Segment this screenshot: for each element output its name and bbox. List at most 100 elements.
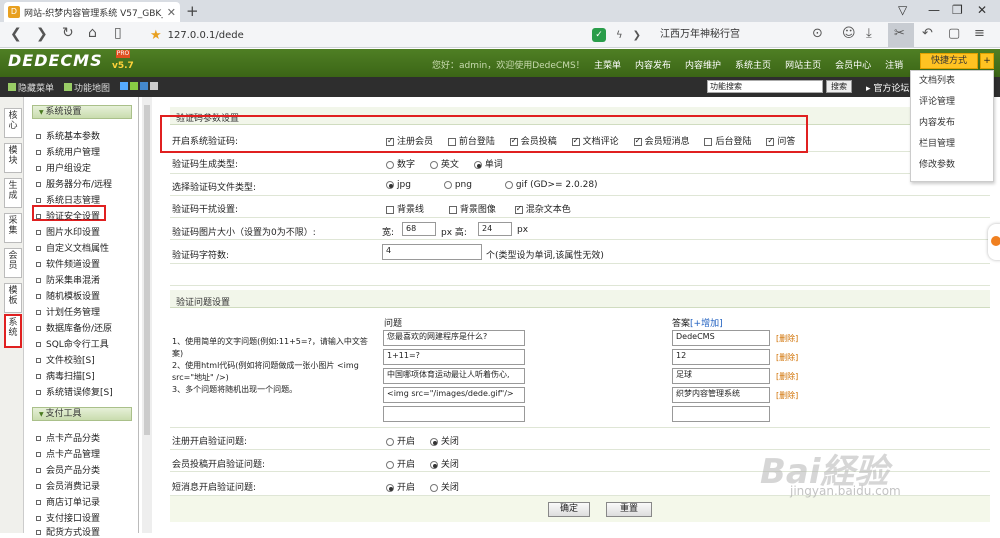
sidebar-item[interactable]: 图片水印设置 xyxy=(36,225,100,238)
radio-option[interactable]: 英文 xyxy=(429,160,459,170)
checkbox-option[interactable]: 混杂文本色 xyxy=(514,204,571,215)
menu-icon[interactable]: ≡ xyxy=(974,26,985,41)
sidebar-item[interactable]: 系统基本参数 xyxy=(36,129,100,142)
floating-assistant[interactable] xyxy=(988,224,1000,260)
download-icon[interactable]: ⤓ xyxy=(866,26,872,41)
checkbox[interactable] xyxy=(704,137,713,146)
radio-option[interactable]: 开启 xyxy=(386,437,415,447)
checkbox[interactable] xyxy=(514,204,523,214)
answer-input[interactable]: 足球 xyxy=(672,368,770,384)
answer-input[interactable]: 12 xyxy=(672,349,770,365)
submit-button[interactable]: 确定 xyxy=(548,502,590,517)
dropdown-item[interactable]: 内容发布 xyxy=(911,113,993,134)
checkbox-option[interactable]: 会员短消息 xyxy=(633,136,690,147)
scissors-icon[interactable]: ✂ xyxy=(894,26,905,41)
reader-icon[interactable]: ▯ xyxy=(114,25,122,41)
checkbox[interactable] xyxy=(509,136,518,146)
hide-menu-link[interactable]: 隐藏菜单 xyxy=(8,81,54,94)
dropdown-item[interactable]: 文档列表 xyxy=(911,71,993,92)
radio-option[interactable]: png xyxy=(443,180,472,190)
radio-option[interactable]: 关闭 xyxy=(429,483,459,493)
question-input[interactable]: 1+11=? xyxy=(383,349,525,365)
sidebar-item[interactable]: 用户组设定 xyxy=(36,161,91,174)
checkbox[interactable] xyxy=(386,205,394,214)
browser-tab[interactable]: D 网站-织梦内容管理系统 V57_GBK_S ✕ xyxy=(4,2,180,22)
checkbox[interactable] xyxy=(633,136,642,146)
top-menu-item[interactable]: 网站主页 xyxy=(785,58,821,71)
function-search-input[interactable]: 功能搜索 xyxy=(707,80,823,93)
strip-tab-collect[interactable]: 采集 xyxy=(4,213,22,243)
sidebar-item[interactable]: 商店订单记录 xyxy=(36,495,100,508)
delete-question-link[interactable]: [删除] xyxy=(776,390,798,401)
radio[interactable] xyxy=(429,160,438,169)
minimize-icon[interactable]: — xyxy=(928,3,940,17)
top-menu-item[interactable]: 会员中心 xyxy=(835,58,871,71)
radio[interactable] xyxy=(429,437,438,446)
reload-icon[interactable]: ↻ xyxy=(62,25,74,41)
char-count-input[interactable]: 4 xyxy=(382,244,482,260)
function-search-button[interactable]: 搜索 xyxy=(826,80,852,93)
answer-input[interactable] xyxy=(672,406,770,422)
sidebar-scroll-thumb[interactable] xyxy=(144,105,150,435)
dropdown-item[interactable]: 栏目管理 xyxy=(911,134,993,155)
sidebar-item[interactable]: 会员消费记录 xyxy=(36,479,100,492)
sidebar-item[interactable]: 配货方式设置 xyxy=(36,525,100,538)
checkbox-option[interactable]: 后台登陆 xyxy=(704,137,751,147)
radio[interactable] xyxy=(386,483,394,492)
maximize-icon[interactable]: ❐ xyxy=(952,3,963,17)
radio[interactable] xyxy=(429,460,438,469)
checkbox-option[interactable]: 会员投稿 xyxy=(509,136,557,147)
forum-link[interactable]: ▸ 官方论坛 xyxy=(866,81,909,94)
clipboard-icon[interactable]: ▢ xyxy=(948,26,960,41)
question-input[interactable]: <img src="/images/dede.gif"/> xyxy=(383,387,525,403)
url-field[interactable]: ★ 127.0.0.1/dede xyxy=(150,26,630,44)
checkbox[interactable] xyxy=(447,137,456,146)
reset-button[interactable]: 重置 xyxy=(606,502,652,517)
radio-option[interactable]: gif (GD>= 2.0.28) xyxy=(504,180,598,190)
radio[interactable] xyxy=(473,160,482,169)
theme-swatches[interactable] xyxy=(120,82,160,93)
close-window-icon[interactable]: ✕ xyxy=(977,3,987,17)
sidebar-section-system[interactable]: 系统设置 xyxy=(32,105,132,119)
sidebar-item-captcha-security[interactable]: 验证安全设置 xyxy=(36,209,100,222)
delete-question-link[interactable]: [删除] xyxy=(776,371,798,382)
checkbox-option[interactable]: 问答 xyxy=(766,136,795,147)
add-question-link[interactable]: [+增加] xyxy=(690,319,723,329)
strip-tab-generate[interactable]: 生成 xyxy=(4,178,22,208)
search-icon[interactable]: ⊙ xyxy=(812,26,823,41)
chat-icon[interactable]: ☺ xyxy=(842,26,856,41)
strip-tab-module[interactable]: 模块 xyxy=(4,143,22,173)
strip-tab-template[interactable]: 模板 xyxy=(4,283,22,313)
radio[interactable] xyxy=(429,483,438,492)
sidebar-item[interactable]: 计划任务管理 xyxy=(36,305,100,318)
top-menu-item[interactable]: 系统主页 xyxy=(735,58,771,71)
browser-search-input[interactable]: 江西万年神秘行宫 xyxy=(660,26,800,44)
checkbox[interactable] xyxy=(386,136,394,146)
radio-option[interactable]: 关闭 xyxy=(429,460,459,470)
top-menu-item[interactable]: 主菜单 xyxy=(594,58,621,71)
quick-menu-button[interactable]: 快捷方式 xyxy=(920,53,978,69)
sidebar-section-payment[interactable]: 支付工具 xyxy=(32,407,132,421)
chevron-right-icon[interactable]: ❯ xyxy=(633,30,641,41)
checkbox[interactable] xyxy=(448,205,457,214)
answer-input[interactable]: DedeCMS xyxy=(672,330,770,346)
delete-question-link[interactable]: [删除] xyxy=(776,352,798,363)
strip-tab-system[interactable]: 系统 xyxy=(4,314,22,348)
sidebar-item[interactable]: 点卡产品分类 xyxy=(36,431,100,444)
radio-option[interactable]: 关闭 xyxy=(429,437,459,447)
sidebar-item[interactable]: 系统用户管理 xyxy=(36,145,100,158)
strip-tab-member[interactable]: 会员 xyxy=(4,248,22,278)
new-tab-button[interactable]: + xyxy=(186,2,199,20)
sidebar-item[interactable]: 文件校验[S] xyxy=(36,353,95,366)
top-menu-item[interactable]: 内容发布 xyxy=(635,58,671,71)
bookmark-star-icon[interactable]: ★ xyxy=(150,28,162,43)
security-shield-icon[interactable]: ✓ xyxy=(592,28,606,42)
checkbox-option[interactable]: 背景线 xyxy=(386,205,424,215)
checkbox-option[interactable]: 前台登陆 xyxy=(447,137,495,147)
close-tab-icon[interactable]: ✕ xyxy=(167,6,176,19)
question-input[interactable] xyxy=(383,406,525,422)
radio-option[interactable]: 开启 xyxy=(386,460,415,470)
sidebar-item[interactable]: 会员产品分类 xyxy=(36,463,100,476)
quick-add-button[interactable]: + xyxy=(980,53,994,69)
sidebar-item[interactable]: 防采集串混淆 xyxy=(36,273,100,286)
